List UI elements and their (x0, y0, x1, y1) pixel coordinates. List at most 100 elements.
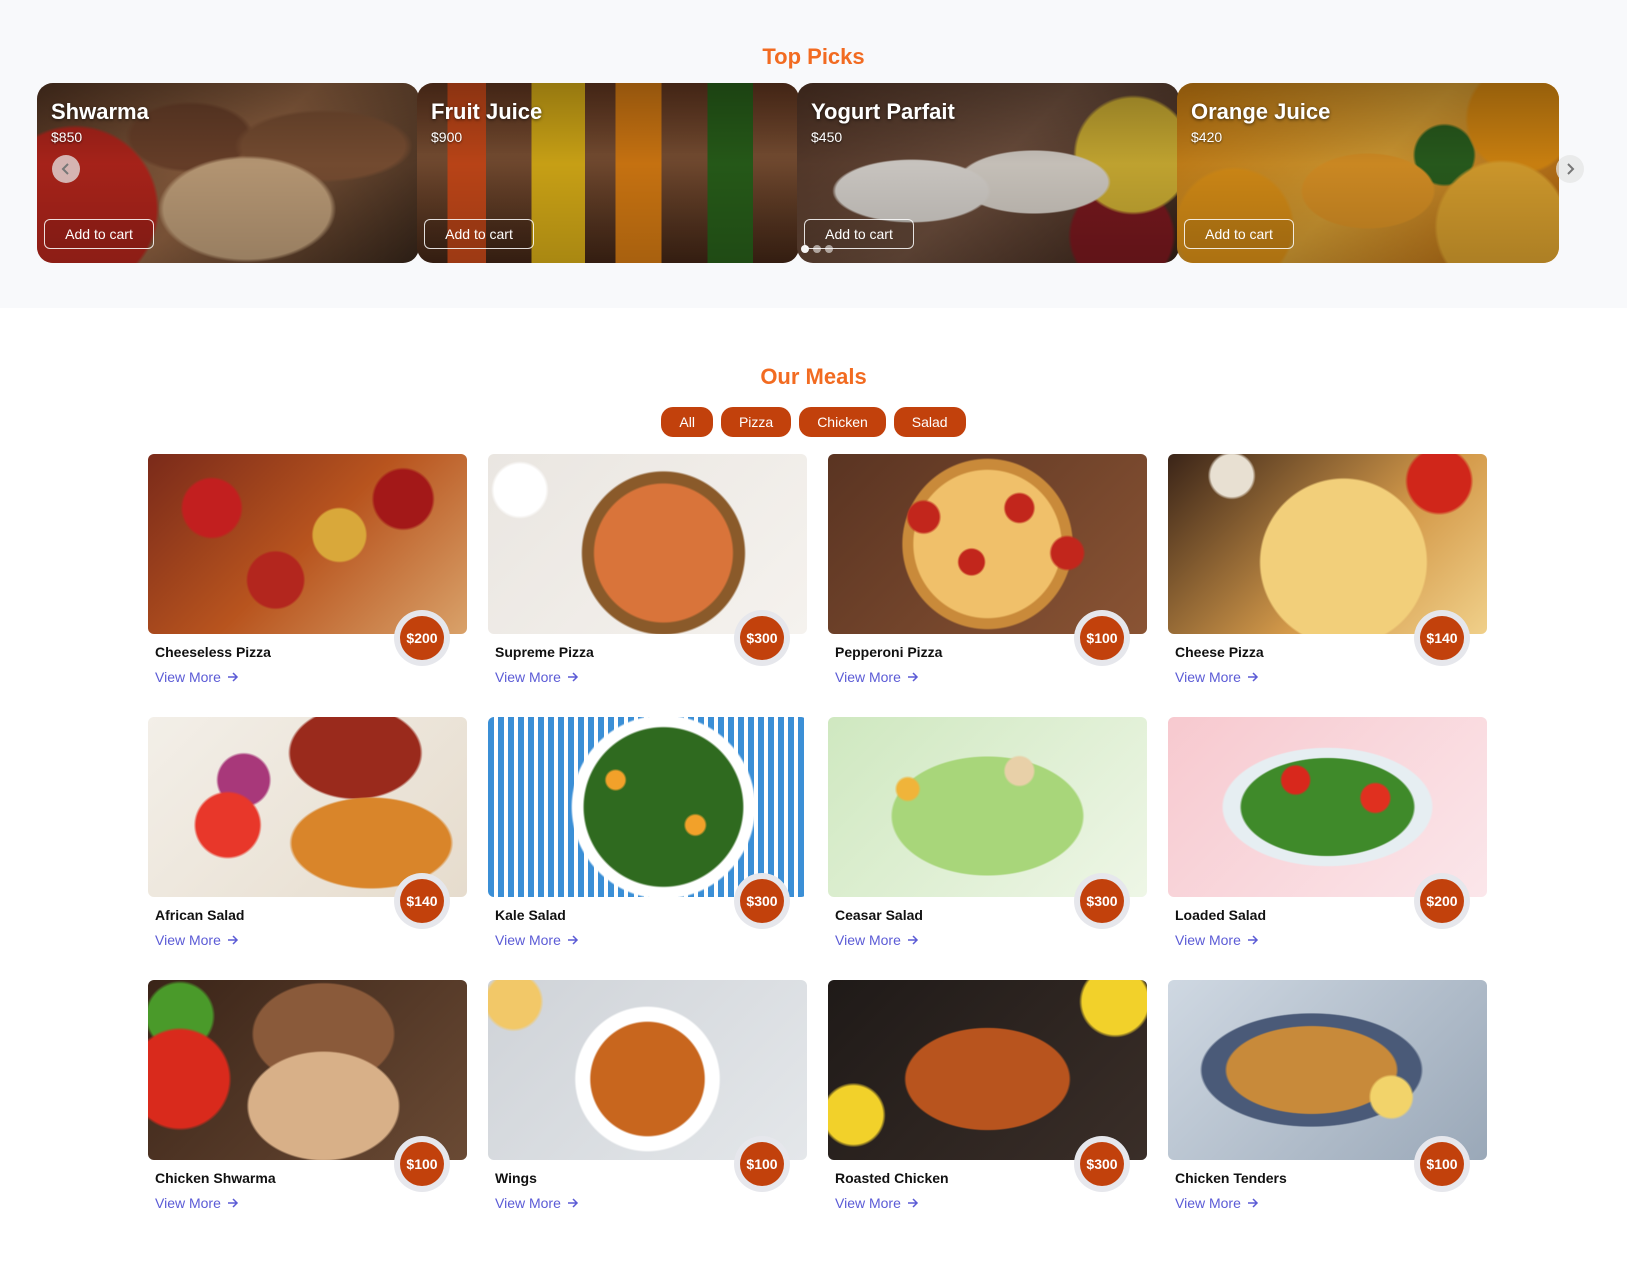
cheeseless-pizza-image (148, 454, 467, 634)
price-badge: $300 (734, 610, 790, 666)
meal-name: African Salad (155, 907, 245, 923)
supreme-pizza-image (488, 454, 807, 634)
meal-card[interactable]: $300 Supreme Pizza View More (488, 454, 807, 694)
cheese-pizza-image (1168, 454, 1487, 634)
view-more-link[interactable]: View More (835, 1195, 919, 1211)
meal-name: Loaded Salad (1175, 907, 1267, 923)
top-pick-card[interactable]: Shwarma $850 Add to cart (37, 83, 419, 263)
meal-card[interactable]: $200 Loaded Salad View More (1168, 717, 1487, 957)
meal-name: Ceasar Salad (835, 907, 923, 923)
meal-name: Chicken Shwarma (155, 1170, 276, 1186)
price-badge: $300 (1074, 873, 1130, 929)
meal-card[interactable]: $140 Cheese Pizza View More (1168, 454, 1487, 694)
top-pick-card[interactable]: Fruit Juice $900 Add to cart (417, 83, 799, 263)
chicken-tenders-image (1168, 980, 1487, 1160)
price-badge: $200 (394, 610, 450, 666)
carousel-prev-button[interactable] (52, 155, 80, 183)
top-pick-name: Shwarma (51, 99, 149, 124)
meal-card[interactable]: $140 African Salad View More (148, 717, 467, 957)
meal-card[interactable]: $200 Cheeseless Pizza View More (148, 454, 467, 694)
top-picks-section: Top Picks Shwarma $850 Add to cart Fruit… (0, 0, 1627, 308)
meal-name: Kale Salad (495, 907, 566, 923)
meal-name: Cheese Pizza (1175, 644, 1264, 660)
price-badge: $300 (734, 873, 790, 929)
arrow-right-icon (567, 935, 578, 945)
chevron-right-icon (1567, 163, 1575, 175)
top-pick-name: Fruit Juice (431, 99, 543, 124)
filter-salad-button[interactable]: Salad (893, 407, 966, 437)
top-pick-card[interactable]: Orange Juice $420 Add to cart (1177, 83, 1559, 263)
arrow-right-icon (1247, 672, 1258, 682)
view-more-link[interactable]: View More (1175, 669, 1259, 685)
arrow-right-icon (567, 672, 578, 682)
top-picks-carousel: Shwarma $850 Add to cart Fruit Juice $90… (37, 83, 1599, 263)
roasted-chicken-image (828, 980, 1147, 1160)
add-to-cart-button[interactable]: Add to cart (424, 219, 534, 249)
meal-card[interactable]: $300 Ceasar Salad View More (828, 717, 1147, 957)
chevron-left-icon (61, 163, 69, 175)
arrow-right-icon (567, 1198, 578, 1208)
top-pick-name: Orange Juice (1191, 99, 1331, 124)
arrow-right-icon (227, 935, 238, 945)
view-more-link[interactable]: View More (495, 1195, 579, 1211)
meal-card[interactable]: $300 Roasted Chicken View More (828, 980, 1147, 1220)
meal-card[interactable]: $100 Wings View More (488, 980, 807, 1220)
price-badge: $100 (394, 1136, 450, 1192)
pepperoni-pizza-image (828, 454, 1147, 634)
arrow-right-icon (907, 672, 918, 682)
filter-pizza-button[interactable]: Pizza (720, 407, 792, 437)
arrow-right-icon (907, 1198, 918, 1208)
view-more-link[interactable]: View More (495, 932, 579, 948)
meal-card[interactable]: $100 Chicken Tenders View More (1168, 980, 1487, 1220)
meal-name: Supreme Pizza (495, 644, 594, 660)
meal-name: Wings (495, 1170, 537, 1186)
filter-chicken-button[interactable]: Chicken (799, 407, 886, 437)
view-more-link[interactable]: View More (495, 669, 579, 685)
filter-all-button[interactable]: All (661, 407, 713, 437)
meal-name: Pepperoni Pizza (835, 644, 943, 660)
add-to-cart-button[interactable]: Add to cart (44, 219, 154, 249)
arrow-right-icon (1247, 935, 1258, 945)
meal-filters: All Pizza Chicken Salad (0, 407, 1627, 437)
price-badge: $100 (1414, 1136, 1470, 1192)
carousel-dot[interactable] (825, 245, 833, 253)
price-badge: $140 (1414, 610, 1470, 666)
our-meals-section: Our Meals All Pizza Chicken Salad $200 C… (0, 308, 1627, 1211)
carousel-dot[interactable] (801, 245, 809, 253)
chicken-shwarma-image (148, 980, 467, 1160)
top-pick-name: Yogurt Parfait (811, 99, 955, 124)
meal-card[interactable]: $100 Chicken Shwarma View More (148, 980, 467, 1220)
top-pick-price: $900 (431, 129, 463, 145)
top-pick-card[interactable]: Yogurt Parfait $450 Add to cart (797, 83, 1179, 263)
top-picks-title: Top Picks (762, 44, 865, 69)
price-badge: $100 (734, 1136, 790, 1192)
arrow-right-icon (227, 1198, 238, 1208)
top-pick-price: $850 (51, 129, 83, 145)
kale-salad-image (488, 717, 807, 897)
meal-card[interactable]: $100 Pepperoni Pizza View More (828, 454, 1147, 694)
price-badge: $100 (1074, 610, 1130, 666)
african-salad-image (148, 717, 467, 897)
view-more-link[interactable]: View More (835, 669, 919, 685)
view-more-link[interactable]: View More (155, 932, 239, 948)
top-pick-price: $450 (811, 129, 843, 145)
meal-name: Chicken Tenders (1175, 1170, 1287, 1186)
view-more-link[interactable]: View More (835, 932, 919, 948)
carousel-dot[interactable] (813, 245, 821, 253)
price-badge: $200 (1414, 873, 1470, 929)
loaded-salad-image (1168, 717, 1487, 897)
view-more-link[interactable]: View More (1175, 932, 1259, 948)
ceasar-salad-image (828, 717, 1147, 897)
add-to-cart-button[interactable]: Add to cart (1184, 219, 1294, 249)
arrow-right-icon (1247, 1198, 1258, 1208)
view-more-link[interactable]: View More (155, 1195, 239, 1211)
arrow-right-icon (227, 672, 238, 682)
wings-image (488, 980, 807, 1160)
view-more-link[interactable]: View More (1175, 1195, 1259, 1211)
carousel-next-button[interactable] (1556, 155, 1584, 183)
arrow-right-icon (907, 935, 918, 945)
view-more-link[interactable]: View More (155, 669, 239, 685)
top-pick-price: $420 (1191, 129, 1223, 145)
meal-name: Roasted Chicken (835, 1170, 949, 1186)
meal-card[interactable]: $300 Kale Salad View More (488, 717, 807, 957)
